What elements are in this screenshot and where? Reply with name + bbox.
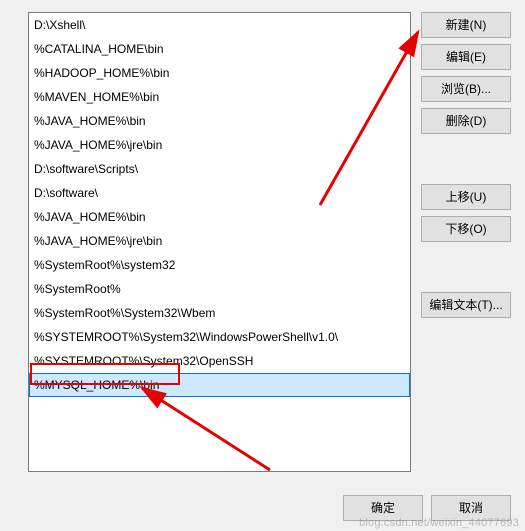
list-item[interactable]: D:\Xshell\ xyxy=(29,13,410,37)
button-column: 新建(N) 编辑(E) 浏览(B)... 删除(D) 上移(U) 下移(O) 编… xyxy=(421,12,511,478)
watermark-text: blog.csdn.net/weixin_44077693 xyxy=(359,517,519,529)
move-down-button[interactable]: 下移(O) xyxy=(421,216,511,242)
new-button[interactable]: 新建(N) xyxy=(421,12,511,38)
delete-button[interactable]: 删除(D) xyxy=(421,108,511,134)
browse-button[interactable]: 浏览(B)... xyxy=(421,76,511,102)
list-item[interactable]: D:\software\ xyxy=(29,181,410,205)
list-item[interactable]: %CATALINA_HOME\bin xyxy=(29,37,410,61)
path-listbox[interactable]: D:\Xshell\%CATALINA_HOME\bin%HADOOP_HOME… xyxy=(28,12,411,472)
list-item[interactable]: %JAVA_HOME%\jre\bin xyxy=(29,133,410,157)
list-item[interactable]: %SystemRoot%\System32\Wbem xyxy=(29,301,410,325)
list-item[interactable]: %SYSTEMROOT%\System32\WindowsPowerShell\… xyxy=(29,325,410,349)
list-item[interactable]: %JAVA_HOME%\bin xyxy=(29,109,410,133)
list-item[interactable]: %HADOOP_HOME%\bin xyxy=(29,61,410,85)
list-item[interactable]: %JAVA_HOME%\bin xyxy=(29,205,410,229)
list-item[interactable]: D:\software\Scripts\ xyxy=(29,157,410,181)
edit-button[interactable]: 编辑(E) xyxy=(421,44,511,70)
edit-text-button[interactable]: 编辑文本(T)... xyxy=(421,292,511,318)
list-item[interactable]: %MYSQL_HOME%\bin xyxy=(29,373,410,397)
list-item[interactable]: %JAVA_HOME%\jre\bin xyxy=(29,229,410,253)
list-item[interactable]: %SystemRoot% xyxy=(29,277,410,301)
list-item[interactable]: %MAVEN_HOME%\bin xyxy=(29,85,410,109)
move-up-button[interactable]: 上移(U) xyxy=(421,184,511,210)
list-item[interactable]: %SYSTEMROOT%\System32\OpenSSH xyxy=(29,349,410,373)
list-item[interactable]: %SystemRoot%\system32 xyxy=(29,253,410,277)
